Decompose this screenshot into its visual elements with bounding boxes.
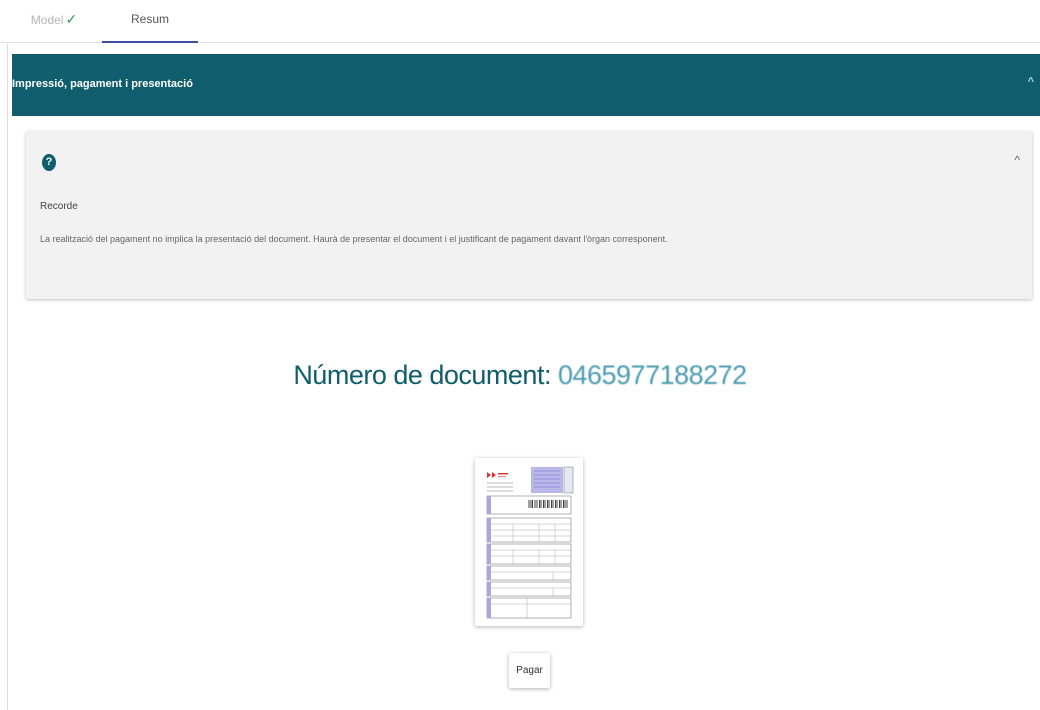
document-preview[interactable] (475, 458, 583, 626)
tab-model-label: Model (30, 13, 64, 27)
active-tab-indicator (102, 41, 198, 43)
help-icon: ? (42, 154, 56, 171)
tab-bar: Model ✓ Resum (0, 0, 1040, 43)
document-number-label: Número de document: (293, 360, 551, 390)
section-title: Impressió, pagament i presentació (12, 78, 193, 90)
info-text: La realització del pagament no implica l… (40, 234, 668, 244)
document-preview-image (483, 464, 575, 620)
checkmark-icon: ✓ (65, 11, 78, 27)
info-heading: Recorde (40, 201, 78, 212)
tab-model[interactable]: Model ✓ (16, 0, 92, 42)
tab-resum-label: Resum (130, 12, 169, 26)
chevron-up-icon[interactable]: ^ (1028, 76, 1034, 88)
info-panel: ? ^ Recorde La realització del pagament … (26, 131, 1032, 299)
chevron-up-icon[interactable]: ^ (1014, 153, 1020, 167)
pay-button[interactable]: Pagar (509, 653, 550, 688)
document-number: Número de document: 0465977188272 (0, 360, 1040, 391)
document-number-value: 0465977188272 (557, 360, 747, 390)
section-header[interactable]: Impressió, pagament i presentació ^ (12, 54, 1040, 116)
tab-resum[interactable]: Resum (102, 0, 198, 43)
